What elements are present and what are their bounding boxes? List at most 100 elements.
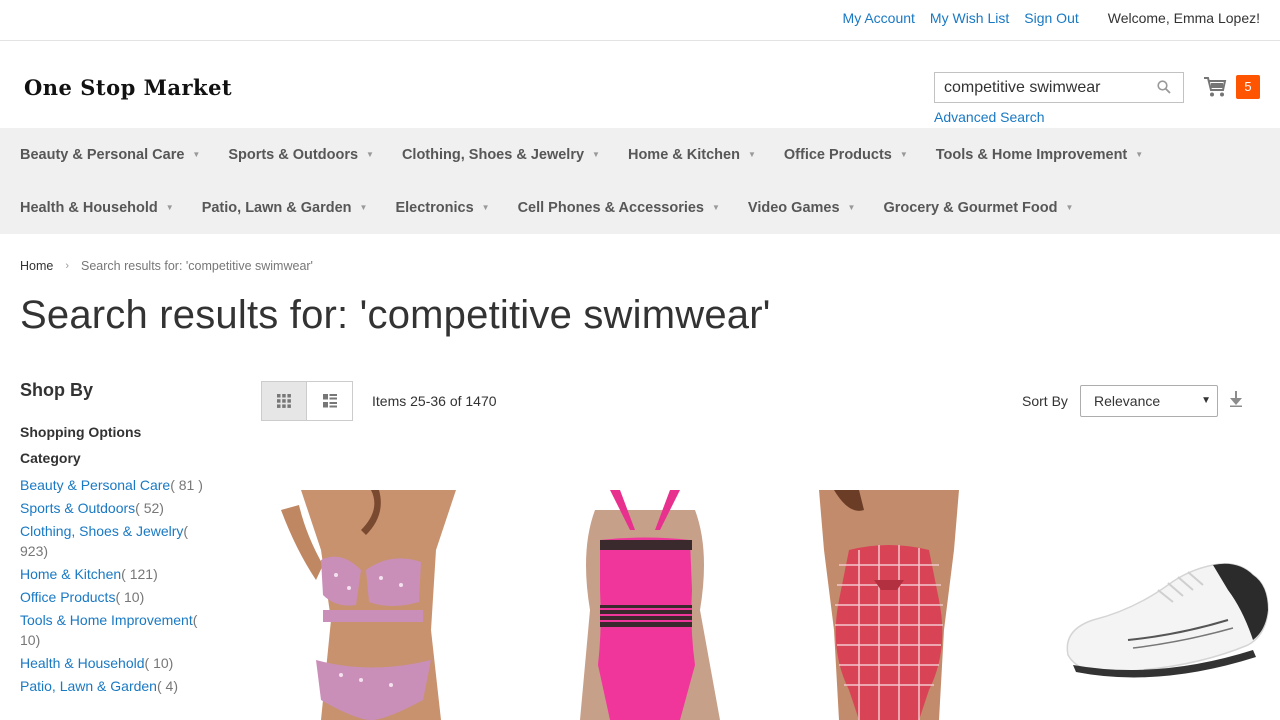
list-item: Office Products( 10) bbox=[20, 587, 210, 607]
page-title: Search results for: 'competitive swimwea… bbox=[20, 293, 771, 337]
header-links: My Account My Wish List Sign Out Welcome… bbox=[828, 10, 1260, 26]
nav-item-label: Patio, Lawn & Garden bbox=[201, 199, 352, 216]
list-view-button[interactable] bbox=[307, 381, 353, 421]
chevron-down-icon: ▼ bbox=[847, 203, 856, 212]
chevron-down-icon: ▼ bbox=[592, 150, 600, 159]
product-image-gingham-maternity[interactable] bbox=[779, 490, 1019, 720]
nav-item-label: Health & Household bbox=[20, 199, 158, 216]
product-image bbox=[520, 490, 760, 720]
list-item: Sports & Outdoors( 52) bbox=[20, 498, 210, 518]
nav-item-label: Clothing, Shoes & Jewelry bbox=[401, 146, 585, 163]
nav-item-health[interactable]: Health & Household ▼ bbox=[20, 200, 174, 216]
product-image-white-soccer-shoe[interactable] bbox=[1038, 490, 1278, 720]
view-mode-switcher bbox=[261, 381, 353, 421]
chevron-down-icon: ▼ bbox=[1201, 395, 1211, 406]
category-filter-link[interactable]: Home & Kitchen bbox=[20, 566, 121, 582]
nav-item-clothing[interactable]: Clothing, Shoes & Jewelry ▼ bbox=[402, 147, 600, 163]
category-filter-title: Category bbox=[20, 450, 81, 466]
nav-item-home-kitchen[interactable]: Home & Kitchen ▼ bbox=[628, 147, 756, 163]
category-count: ( 121) bbox=[121, 566, 158, 582]
nav-item-patio[interactable]: Patio, Lawn & Garden ▼ bbox=[202, 200, 368, 216]
sidebar-filters: Shop By Shopping Options Category Beauty… bbox=[20, 380, 210, 699]
category-count: ( 52) bbox=[135, 500, 164, 516]
my-account-link[interactable]: My Account bbox=[843, 10, 915, 26]
list-item: Clothing, Shoes & Jewelry( 923) bbox=[20, 521, 210, 561]
sort-by-select[interactable]: Relevance ▼ bbox=[1080, 385, 1218, 417]
header: One Stop Market Advanced Search 5 bbox=[0, 41, 1280, 128]
product-image-pink-one-piece[interactable] bbox=[520, 490, 760, 720]
top-bar: My Account My Wish List Sign Out Welcome… bbox=[0, 0, 1280, 41]
category-count: ( 4) bbox=[156, 678, 178, 694]
category-filter-list: Beauty & Personal Care( 81 ) Sports & Ou… bbox=[20, 475, 210, 696]
breadcrumb-home[interactable]: Home bbox=[20, 259, 53, 273]
chevron-down-icon: ▼ bbox=[192, 150, 201, 159]
category-count: ( 10) bbox=[115, 589, 145, 605]
nav-item-grocery[interactable]: Grocery & Gourmet Food ▼ bbox=[883, 200, 1073, 216]
chevron-down-icon: ▼ bbox=[747, 150, 756, 159]
items-count: Items 25-36 of 1470 bbox=[372, 393, 497, 409]
nav-item-label: Tools & Home Improvement bbox=[935, 146, 1128, 163]
welcome-message: Welcome, Emma Lopez! bbox=[1107, 10, 1260, 26]
shopping-options-title: Shopping Options bbox=[20, 424, 142, 440]
category-filter-link[interactable]: Beauty & Personal Care bbox=[20, 477, 170, 493]
category-filter-link[interactable]: Office Products bbox=[20, 589, 115, 605]
chevron-down-icon: ▼ bbox=[1135, 150, 1144, 159]
product-image-pink-polka-bikini[interactable] bbox=[261, 490, 501, 720]
grid-view-button[interactable] bbox=[261, 381, 307, 421]
shop-by-title: Shop By bbox=[20, 380, 94, 400]
nav-item-label: Grocery & Gourmet Food bbox=[883, 199, 1058, 216]
nav-item-cell-phones[interactable]: Cell Phones & Accessories ▼ bbox=[518, 200, 720, 216]
breadcrumb-current: Search results for: 'competitive swimwea… bbox=[81, 259, 313, 273]
breadcrumb: Home › Search results for: 'competitive … bbox=[20, 259, 313, 273]
category-count: ( 10) bbox=[144, 655, 174, 671]
cart-icon[interactable] bbox=[1203, 76, 1227, 98]
cart-count-badge[interactable]: 5 bbox=[1236, 75, 1260, 99]
advanced-search-link[interactable]: Advanced Search bbox=[934, 109, 1045, 125]
nav-row-2: Health & Household ▼ Patio, Lawn & Garden… bbox=[20, 181, 1280, 234]
nav-item-label: Cell Phones & Accessories bbox=[517, 199, 704, 216]
chevron-down-icon: ▼ bbox=[712, 203, 720, 212]
chevron-down-icon: ▼ bbox=[165, 203, 174, 212]
nav-item-label: Video Games bbox=[747, 199, 840, 216]
category-filter-link[interactable]: Clothing, Shoes & Jewelry bbox=[20, 523, 183, 539]
nav-item-video-games[interactable]: Video Games ▼ bbox=[748, 200, 856, 216]
product-image bbox=[261, 490, 501, 720]
category-filter-link[interactable]: Health & Household bbox=[20, 655, 145, 671]
nav-item-office[interactable]: Office Products ▼ bbox=[784, 147, 908, 163]
sort-by-label: Sort By bbox=[1022, 393, 1068, 409]
nav-item-sports[interactable]: Sports & Outdoors ▼ bbox=[228, 147, 374, 163]
chevron-right-icon: › bbox=[65, 260, 70, 272]
category-filter-link[interactable]: Tools & Home Improvement bbox=[20, 612, 193, 628]
nav-item-label: Electronics bbox=[395, 199, 474, 216]
nav-item-electronics[interactable]: Electronics ▼ bbox=[395, 200, 489, 216]
category-filter-link[interactable]: Sports & Outdoors bbox=[20, 500, 135, 516]
list-item: Patio, Lawn & Garden( 4) bbox=[20, 676, 210, 696]
category-count: ( 81 ) bbox=[170, 477, 203, 493]
sort-by-value: Relevance bbox=[1094, 393, 1161, 409]
list-item: Beauty & Personal Care( 81 ) bbox=[20, 475, 210, 495]
list-item: Health & Household( 10) bbox=[20, 653, 210, 673]
sign-out-link[interactable]: Sign Out bbox=[1024, 10, 1078, 26]
list-item: Home & Kitchen( 121) bbox=[20, 564, 210, 584]
category-nav: Beauty & Personal Care ▼ Sports & Outdoor… bbox=[0, 128, 1280, 234]
nav-row-1: Beauty & Personal Care ▼ Sports & Outdoor… bbox=[20, 128, 1280, 181]
search-input[interactable] bbox=[935, 73, 1145, 102]
category-filter-link[interactable]: Patio, Lawn & Garden bbox=[20, 678, 157, 694]
grid-icon bbox=[277, 394, 291, 408]
store-logo[interactable]: One Stop Market bbox=[24, 75, 232, 100]
nav-item-label: Sports & Outdoors bbox=[228, 146, 359, 163]
chevron-down-icon: ▼ bbox=[899, 150, 908, 159]
nav-item-label: Beauty & Personal Care bbox=[20, 146, 185, 163]
search-box bbox=[934, 72, 1184, 103]
nav-item-beauty[interactable]: Beauty & Personal Care ▼ bbox=[20, 147, 200, 163]
nav-item-label: Office Products bbox=[783, 146, 892, 163]
search-icon[interactable] bbox=[1157, 80, 1171, 94]
chevron-down-icon: ▼ bbox=[359, 203, 368, 212]
my-wish-list-link[interactable]: My Wish List bbox=[930, 10, 1009, 26]
list-item: Tools & Home Improvement( 10) bbox=[20, 610, 210, 650]
sort-direction-icon[interactable] bbox=[1229, 391, 1243, 407]
chevron-down-icon: ▼ bbox=[1065, 203, 1074, 212]
nav-item-tools[interactable]: Tools & Home Improvement ▼ bbox=[936, 147, 1143, 163]
chevron-down-icon: ▼ bbox=[366, 150, 374, 159]
list-icon bbox=[322, 394, 337, 408]
